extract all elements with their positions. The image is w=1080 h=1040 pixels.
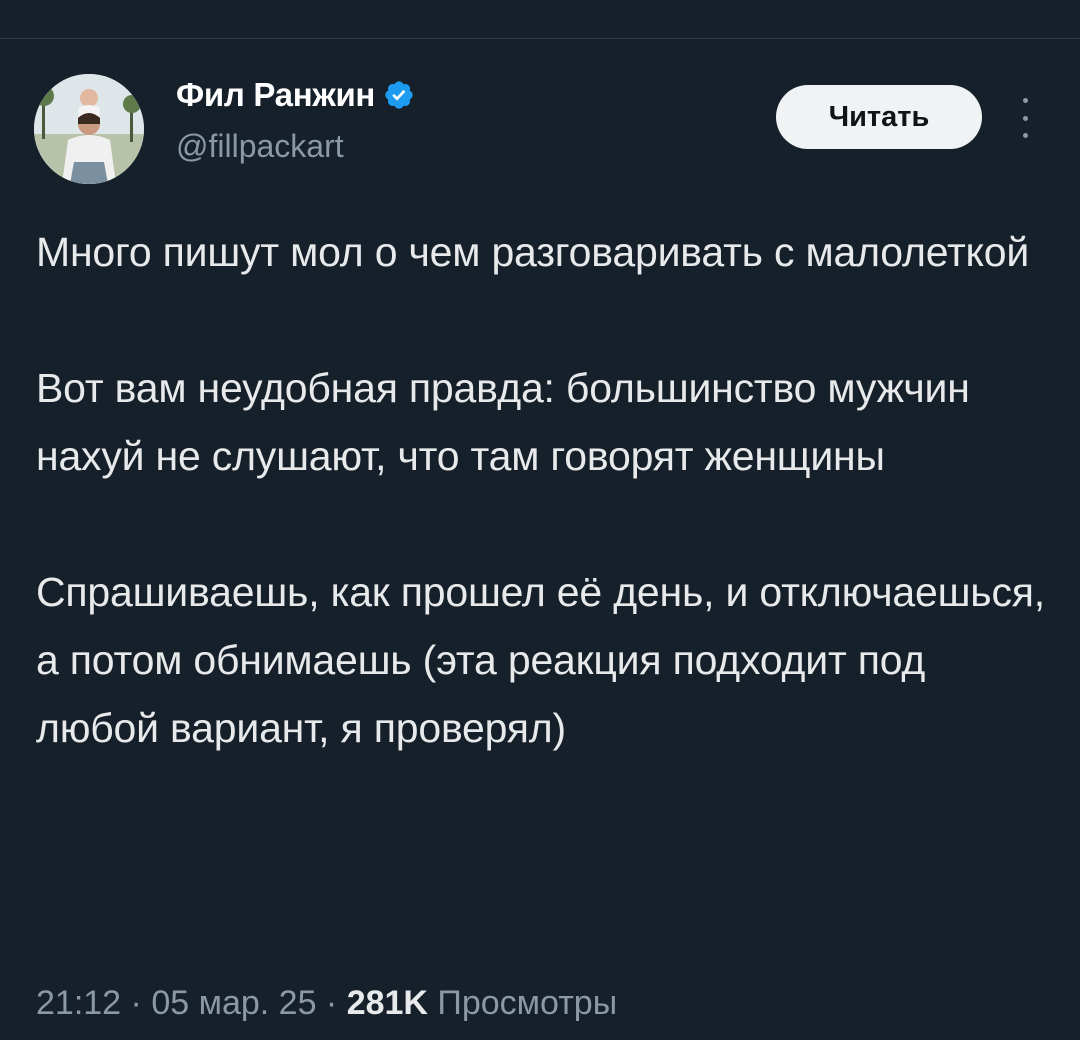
views-label: Просмотры bbox=[427, 984, 618, 1022]
more-dot bbox=[1022, 98, 1028, 103]
tweet-meta: 21:12 · 05 мар. 25 · 281K Просмотры bbox=[36, 984, 617, 1023]
avatar-image bbox=[34, 74, 144, 184]
author-name-row: Фил Ранжин bbox=[176, 76, 415, 114]
verified-badge-icon bbox=[383, 79, 415, 111]
follow-button[interactable]: Читать bbox=[776, 85, 982, 149]
more-dot bbox=[1022, 133, 1028, 138]
tweet: Фил Ранжин @fillpackart Читать Много пиш… bbox=[0, 0, 1080, 1040]
tweet-date[interactable]: 05 мар. 25 bbox=[151, 984, 316, 1022]
meta-separator: · bbox=[316, 984, 347, 1022]
more-dot bbox=[1022, 115, 1028, 121]
tweet-paragraph: Вот вам неудобная правда: большинство му… bbox=[36, 365, 970, 479]
tweet-paragraph: Много пишут мол о чем разговаривать с ма… bbox=[36, 229, 1030, 275]
author-display-name[interactable]: Фил Ранжин bbox=[176, 76, 375, 114]
views-count[interactable]: 281K bbox=[347, 984, 428, 1022]
tweet-paragraph: Спрашиваешь, как прошел её день, и отклю… bbox=[36, 569, 1045, 751]
tweet-time[interactable]: 21:12 bbox=[36, 984, 121, 1022]
more-vertical-icon[interactable] bbox=[1010, 98, 1040, 138]
tweet-text: Много пишут мол о чем разговаривать с ма… bbox=[36, 218, 1056, 762]
avatar[interactable] bbox=[34, 74, 144, 184]
meta-separator: · bbox=[121, 984, 152, 1022]
author-handle[interactable]: @fillpackart bbox=[176, 128, 344, 165]
